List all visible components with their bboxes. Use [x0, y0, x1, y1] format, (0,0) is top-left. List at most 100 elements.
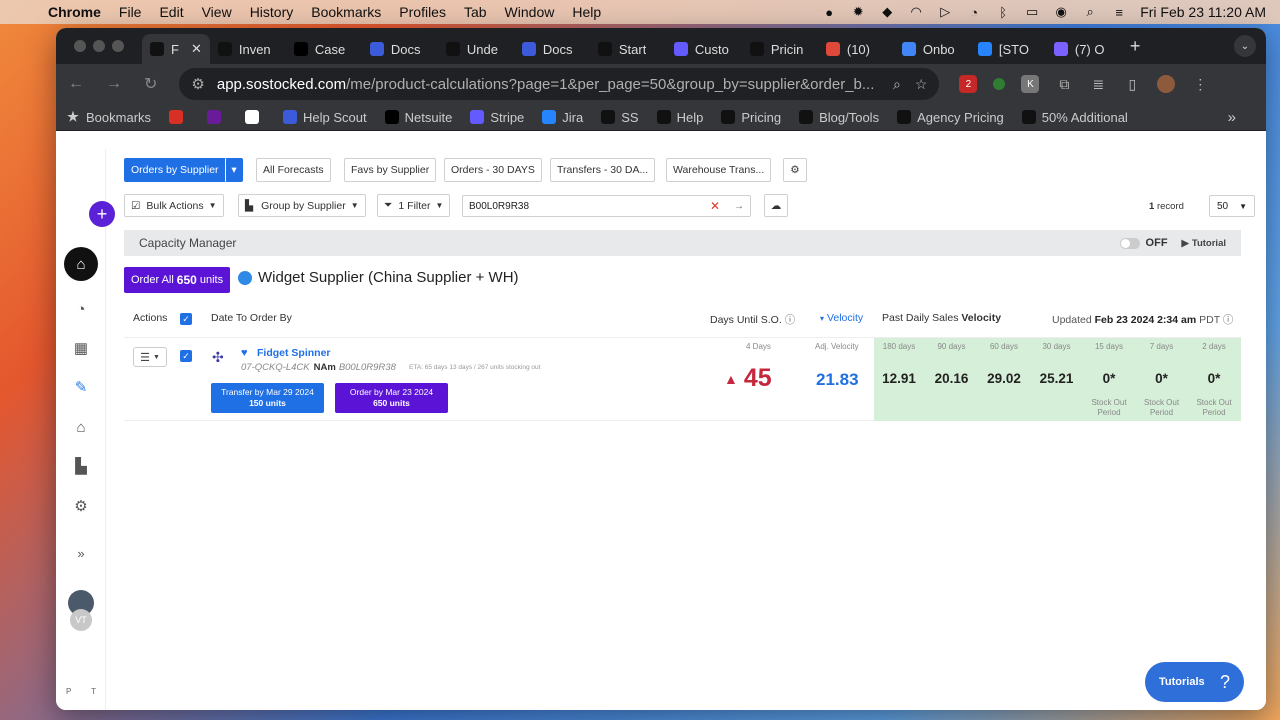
bookmark-item[interactable]: Agency Pricing [897, 110, 1004, 125]
bookmark-item[interactable]: Help Scout [283, 110, 367, 125]
order-by-button[interactable]: Order by Mar 23 2024 650 units [335, 383, 448, 413]
bookmark-item[interactable]: Pricing [721, 110, 781, 125]
search-submit-arrow-icon[interactable]: → [734, 201, 744, 212]
view-dropdown-chevron-icon[interactable]: ▾ [225, 158, 243, 182]
more-menu-icon[interactable]: ⋮ [1191, 75, 1209, 93]
tutorial-link[interactable]: ▶ Tutorial [1182, 238, 1226, 249]
bookmark-item[interactable]: ★ Bookmarks [66, 109, 151, 125]
url-text[interactable]: app.sostocked.com/me/product-calculation… [217, 76, 879, 93]
bookmark-item[interactable] [207, 110, 227, 125]
menubar-clock[interactable]: Fri Feb 23 11:20 AM [1140, 4, 1266, 20]
view-settings-gear-icon[interactable]: ⚙ [783, 158, 807, 182]
more-bookmarks-icon[interactable]: » [1228, 109, 1236, 126]
favs-by-supplier-button[interactable]: Favs by Supplier [344, 158, 437, 182]
bookmark-item[interactable]: Jira [542, 110, 583, 125]
bookmark-item[interactable]: Help [656, 110, 703, 125]
browser-tab[interactable]: Start [590, 34, 666, 64]
browser-tab[interactable]: Unde [438, 34, 514, 64]
date-to-order-header[interactable]: Date To Order By [211, 312, 292, 324]
browser-tab[interactable]: (7) O [1046, 34, 1122, 64]
browser-tab[interactable]: F ✕ [142, 34, 210, 64]
puzzle-icon[interactable]: ⧉ [1055, 75, 1073, 93]
close-window-button[interactable] [74, 40, 86, 52]
toggle-switch[interactable] [1119, 237, 1140, 249]
zoom-window-button[interactable] [112, 40, 124, 52]
bookmark-item[interactable]: Netsuite [384, 110, 452, 125]
product-name[interactable]: Fidget Spinner [257, 347, 331, 359]
site-settings-icon[interactable]: ⚙ [191, 75, 204, 93]
cloud-download-icon[interactable]: ☁ [764, 194, 788, 217]
tutorials-button[interactable]: Tutorials? [1145, 662, 1244, 702]
play-icon[interactable]: ▷ [937, 4, 953, 19]
user-icon[interactable]: ◉ [1053, 4, 1069, 19]
side-panel-icon[interactable]: ▯ [1123, 75, 1141, 93]
favorite-heart-icon[interactable]: ♥ [241, 347, 248, 359]
adj-velocity-value[interactable]: 21.83 [816, 370, 859, 390]
menu-profiles[interactable]: Profiles [399, 4, 446, 20]
browser-tab[interactable]: Docs [514, 34, 590, 64]
headphones-icon[interactable]: ◠ [908, 4, 924, 19]
initials-avatar[interactable]: VT [70, 609, 92, 631]
orders-by-supplier-button[interactable]: Orders by Supplier [124, 158, 226, 182]
supplier-name[interactable]: Widget Supplier (China Supplier + WH) [258, 269, 519, 286]
menu-app-name[interactable]: Chrome [48, 4, 101, 20]
new-tab-button[interactable]: + [1130, 36, 1141, 57]
all-forecasts-button[interactable]: All Forecasts [256, 158, 331, 182]
extension-badge-icon[interactable]: 2 [959, 75, 978, 93]
factory-icon[interactable]: ▙ [71, 456, 91, 476]
address-bar[interactable]: ⚙ app.sostocked.com/me/product-calculati… [179, 68, 940, 100]
zoom-search-icon[interactable]: ⌕ [893, 76, 901, 93]
add-icon[interactable]: + [89, 201, 115, 227]
menu-file[interactable]: File [119, 4, 142, 20]
profile-avatar[interactable] [1157, 75, 1176, 93]
browser-tab[interactable]: [STO [970, 34, 1046, 64]
menu-bookmarks[interactable]: Bookmarks [311, 4, 381, 20]
extension-k-icon[interactable]: K [1021, 75, 1040, 93]
bluetooth-icon[interactable]: ᛒ [995, 5, 1011, 20]
bookmark-item[interactable]: Blog/Tools [799, 110, 879, 125]
group-by-dropdown[interactable]: ▙ Group by Supplier ▼ [238, 194, 366, 217]
browser-tab[interactable]: Custo [666, 34, 742, 64]
close-tab-icon[interactable]: ✕ [191, 41, 202, 57]
warehouse-transfers-button[interactable]: Warehouse Trans... [666, 158, 772, 182]
bookmark-star-icon[interactable]: ☆ [915, 76, 928, 93]
bookmark-item[interactable]: Stripe [470, 110, 524, 125]
row-checkbox[interactable]: ✓ [180, 350, 192, 362]
days-until-so-header[interactable]: Days Until S.O. ⓘ [710, 312, 795, 327]
menu-history[interactable]: History [250, 4, 294, 20]
browser-tab[interactable]: Inven [210, 34, 286, 64]
velocity-header[interactable]: ▾ Velocity [820, 312, 863, 324]
capacity-toggle[interactable]: OFF [1119, 237, 1168, 249]
settings-gear-icon[interactable]: ⚙ [71, 496, 91, 516]
tab-search-chevron-icon[interactable]: ⌄ [1234, 35, 1256, 57]
orders-30-days-button[interactable]: Orders - 30 DAYS [444, 158, 542, 182]
bookmark-item[interactable] [245, 110, 265, 125]
browser-tab[interactable]: Onbo [894, 34, 970, 64]
browser-tab[interactable]: Docs [362, 34, 438, 64]
transfers-30-days-button[interactable]: Transfers - 30 DA... [550, 158, 656, 182]
minimize-window-button[interactable] [93, 40, 105, 52]
dashboard-icon[interactable]: ◔ [71, 299, 91, 319]
bookmark-item[interactable]: SS [601, 110, 639, 125]
info-icon[interactable]: ⓘ [785, 314, 796, 326]
reading-list-icon[interactable]: ≣ [1089, 75, 1107, 93]
browser-tab[interactable]: Case [286, 34, 362, 64]
browser-tab[interactable]: Pricin [742, 34, 818, 64]
wifi-icon[interactable]: ◔ [966, 5, 982, 20]
menu-view[interactable]: View [202, 4, 232, 20]
search-icon[interactable]: ⌕ [1082, 4, 1098, 19]
control-center-icon[interactable]: ≡ [1111, 5, 1127, 20]
select-all-checkbox[interactable]: ✓ [180, 313, 192, 325]
menu-tab[interactable]: Tab [464, 4, 487, 20]
browser-tab[interactable]: (10) [818, 34, 894, 64]
magic-wand-icon[interactable]: ✎ [71, 377, 91, 397]
apple-icon[interactable] [18, 4, 34, 20]
bookmark-item[interactable]: 50% Additional [1021, 110, 1128, 125]
notification-icon[interactable]: ◆ [879, 4, 895, 19]
transfer-by-button[interactable]: Transfer by Mar 29 2024 150 units [211, 383, 324, 413]
bulk-actions-dropdown[interactable]: ☑ Bulk Actions ▼ [124, 194, 224, 217]
clear-search-icon[interactable]: ✕ [710, 199, 720, 213]
menu-help[interactable]: Help [572, 4, 601, 20]
expand-sidebar-icon[interactable]: » [71, 543, 91, 563]
per-page-select[interactable]: 50 ▼ [1209, 195, 1255, 217]
